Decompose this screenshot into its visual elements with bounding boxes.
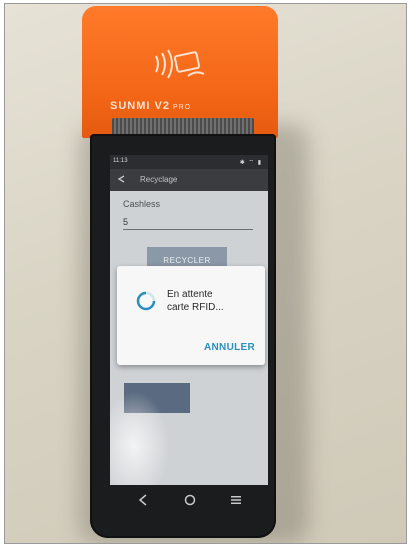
screen-glare [110, 391, 170, 485]
cashless-input[interactable] [123, 215, 253, 230]
app-bar: Recyclage [110, 169, 268, 191]
contactless-nfc-icon [155, 49, 205, 79]
device-brand: SUNMI V2 PRO [110, 100, 192, 112]
nav-menu-icon[interactable] [231, 495, 241, 505]
back-arrow-icon[interactable] [116, 174, 126, 184]
status-icons: ✱ ⌔ ▮ [239, 160, 262, 166]
dialog-message-line2: carte RFID... [167, 302, 224, 313]
nav-home-icon[interactable] [184, 494, 196, 506]
dialog-message: En attente carte RFID... [167, 288, 259, 314]
android-nav-bar [110, 487, 268, 513]
dialog-message-line1: En attente [167, 289, 213, 300]
cashless-label: Cashless [123, 199, 161, 209]
rfid-wait-dialog: En attente carte RFID... ANNULER [117, 266, 265, 365]
app-title: Recyclage [140, 175, 178, 184]
cancel-button[interactable]: ANNULER [204, 342, 255, 353]
loading-spinner-icon [136, 291, 156, 311]
status-bar: 11:13 ✱ ⌔ ▮ [110, 155, 268, 169]
status-time: 11:13 [113, 158, 128, 164]
nav-back-icon[interactable] [138, 494, 148, 506]
